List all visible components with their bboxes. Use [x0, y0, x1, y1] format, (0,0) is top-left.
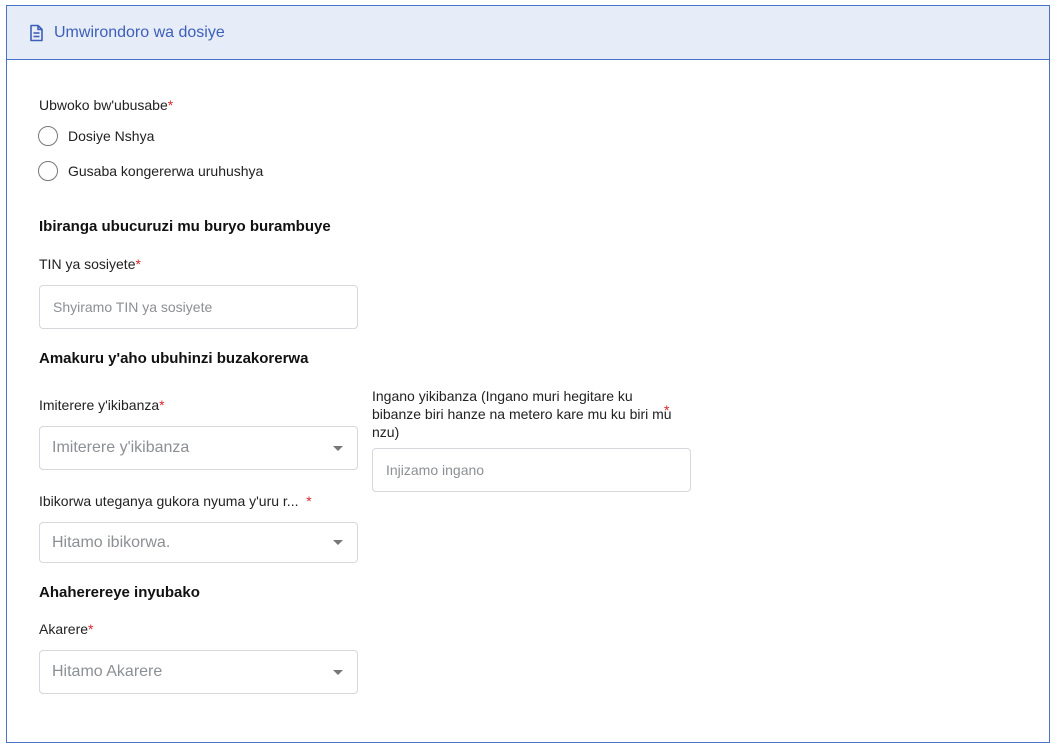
required-mark: * — [135, 256, 141, 272]
radio-button[interactable] — [38, 126, 58, 146]
tin-input[interactable] — [39, 285, 358, 329]
document-icon — [27, 24, 45, 42]
plot-size-input[interactable] — [372, 448, 691, 492]
chevron-down-icon — [333, 445, 343, 451]
required-mark: * — [306, 493, 312, 509]
radio-option-new-file[interactable]: Dosiye Nshya — [38, 126, 154, 146]
required-mark: * — [88, 621, 94, 637]
plot-type-select[interactable]: Imiterere y'ikibanza — [39, 426, 358, 470]
panel-header: Umwirondoro wa dosiye — [7, 6, 1049, 60]
business-section-title: Ibiranga ubucuruzi mu buryo burambuye — [39, 218, 331, 235]
required-mark: * — [664, 402, 670, 418]
plot-type-placeholder: Imiterere y'ikibanza — [52, 439, 190, 456]
chevron-down-icon — [333, 669, 343, 675]
plot-size-label: Ingano yikibanza (Ingano muri hegitare k… — [372, 388, 672, 440]
radio-label-new-file: Dosiye Nshya — [68, 128, 155, 144]
plot-type-label: Imiterere y'ikibanza* — [39, 397, 165, 413]
radio-button[interactable] — [38, 161, 58, 181]
products-select[interactable]: Hitamo ibikorwa. — [39, 522, 358, 563]
chevron-down-icon — [333, 540, 343, 545]
district-label: Akarere* — [39, 621, 94, 637]
radio-label-renewal: Gusaba kongererwa uruhushya — [68, 163, 264, 179]
tin-label: TIN ya sosiyete* — [39, 256, 141, 272]
file-profile-panel: Umwirondoro wa dosiye Ubwoko bw'ubusabe*… — [6, 5, 1050, 743]
required-mark: * — [159, 397, 165, 413]
district-placeholder: Hitamo Akarere — [52, 663, 163, 680]
panel-title: Umwirondoro wa dosiye — [54, 23, 225, 41]
request-type-label: Ubwoko bw'ubusabe* — [39, 97, 174, 113]
products-label: Ibikorwa uteganya gukora nyuma y'uru r..… — [39, 493, 312, 509]
building-section-title: Ahaherereye inyubako — [39, 584, 200, 601]
district-select[interactable]: Hitamo Akarere — [39, 650, 358, 694]
radio-option-renewal[interactable]: Gusaba kongererwa uruhushya — [38, 161, 263, 181]
location-section-title: Amakuru y'aho ubuhinzi buzakorerwa — [39, 350, 309, 367]
products-placeholder: Hitamo ibikorwa. — [52, 533, 171, 551]
required-mark: * — [167, 97, 174, 113]
